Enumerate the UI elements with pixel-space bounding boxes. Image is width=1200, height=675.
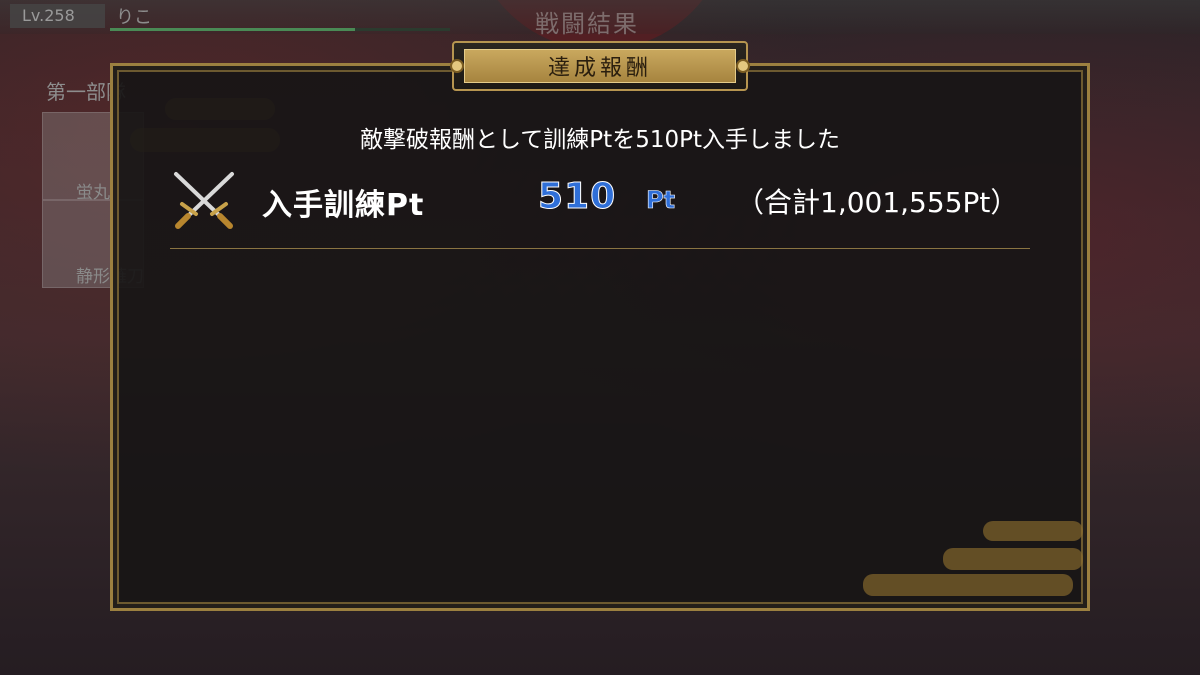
gold-cloud-decoration	[863, 574, 1073, 596]
player-level: Lv.258	[10, 4, 105, 28]
reward-unit: Pt	[646, 186, 676, 215]
reward-label: 入手訓練Pt	[262, 188, 425, 223]
divider	[170, 248, 1030, 249]
exp-bar	[110, 28, 450, 31]
crossed-swords-icon	[174, 172, 234, 229]
dialog-title: 達成報酬	[547, 56, 652, 81]
gold-cloud-decoration	[943, 548, 1083, 570]
dialog-header: 達成報酬	[450, 41, 750, 91]
rosette-icon	[736, 59, 750, 73]
reward-total: （合計1,001,555Pt）	[736, 186, 1019, 219]
rosette-icon	[450, 59, 464, 73]
dialog-header-plaque: 達成報酬	[464, 49, 736, 83]
reward-value: 510	[537, 176, 617, 218]
exp-bar-fill	[110, 28, 355, 31]
player-name: りこ	[116, 7, 152, 28]
gold-cloud-decoration	[983, 521, 1083, 541]
screen-title: 戦闘結果	[535, 10, 639, 38]
reward-message: 敵撃破報酬として訓練Ptを510Pt入手しました	[360, 127, 840, 153]
